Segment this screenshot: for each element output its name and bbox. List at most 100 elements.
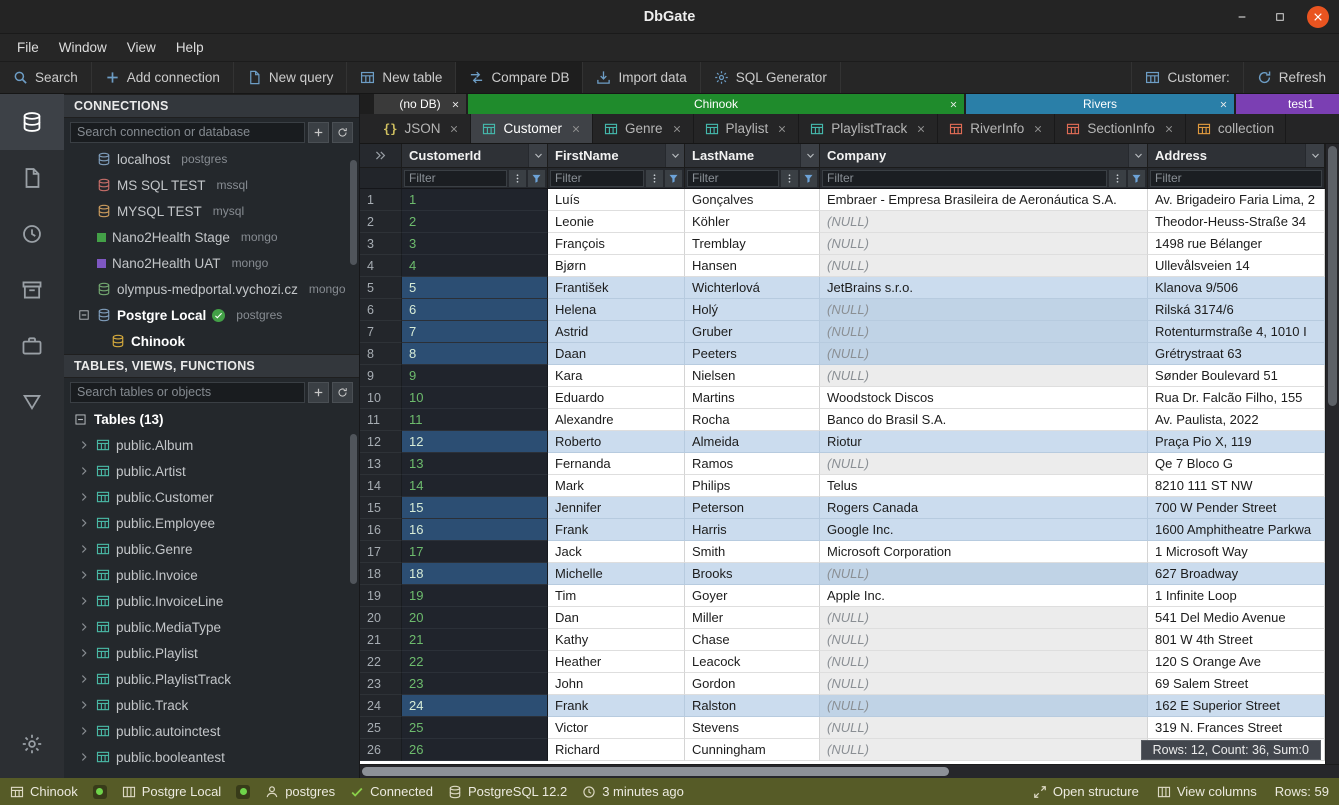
tab-json[interactable]: {}JSON xyxy=(372,114,471,143)
row-number[interactable]: 6 xyxy=(360,299,402,321)
cell-customerid[interactable]: 17 xyxy=(402,541,548,563)
row-number[interactable]: 19 xyxy=(360,585,402,607)
vertical-scrollbar-thumb[interactable] xyxy=(1328,146,1337,406)
cell-lastname[interactable]: Wichterlová xyxy=(685,277,820,299)
cell-company[interactable]: (NULL) xyxy=(820,233,1148,255)
row-number[interactable]: 3 xyxy=(360,233,402,255)
cell-lastname[interactable]: Cunningham xyxy=(685,739,820,761)
filter-input-address[interactable] xyxy=(1150,170,1322,187)
toolbar-sql-generator-button[interactable]: SQL Generator xyxy=(701,62,841,93)
column-header-address[interactable]: Address xyxy=(1148,144,1325,167)
row-number[interactable]: 23 xyxy=(360,673,402,695)
cell-company[interactable]: JetBrains s.r.o. xyxy=(820,277,1148,299)
table-item-public-track[interactable]: public.Track xyxy=(64,692,359,718)
cell-address[interactable]: Grétrystraat 63 xyxy=(1148,343,1325,365)
status-postgres[interactable]: postgres xyxy=(265,784,335,799)
cell-company[interactable]: Banco do Brasil S.A. xyxy=(820,409,1148,431)
cell-company[interactable]: (NULL) xyxy=(820,211,1148,233)
cell-firstname[interactable]: Bjørn xyxy=(548,255,685,277)
toolbar-add-connection-button[interactable]: Add connection xyxy=(92,62,234,93)
row-number[interactable]: 14 xyxy=(360,475,402,497)
tabgroup-rivers[interactable]: Rivers xyxy=(966,94,1234,114)
cell-company[interactable]: (NULL) xyxy=(820,365,1148,387)
cell-customerid[interactable]: 23 xyxy=(402,673,548,695)
menu-window[interactable]: Window xyxy=(50,37,116,58)
maximize-button[interactable] xyxy=(1269,6,1291,28)
cell-customerid[interactable]: 13 xyxy=(402,453,548,475)
status-chinook[interactable]: Chinook xyxy=(10,784,78,799)
row-number[interactable]: 2 xyxy=(360,211,402,233)
cell-customerid[interactable]: 25 xyxy=(402,717,548,739)
tab-playlisttrack[interactable]: PlaylistTrack xyxy=(799,114,938,143)
toolbar-import-data-button[interactable]: Import data xyxy=(583,62,700,93)
vertical-scrollbar[interactable] xyxy=(1325,144,1339,764)
cell-customerid[interactable]: 14 xyxy=(402,475,548,497)
cell-customerid[interactable]: 9 xyxy=(402,365,548,387)
cell-firstname[interactable]: Mark xyxy=(548,475,685,497)
table-item-public-playlist[interactable]: public.Playlist xyxy=(64,640,359,666)
cell-address[interactable]: Rua Dr. Falcão Filho, 155 xyxy=(1148,387,1325,409)
cell-address[interactable]: 1498 rue Bélanger xyxy=(1148,233,1325,255)
row-number[interactable]: 18 xyxy=(360,563,402,585)
grid-corner-button[interactable] xyxy=(360,144,402,167)
cell-firstname[interactable]: Dan xyxy=(548,607,685,629)
cell-company[interactable]: (NULL) xyxy=(820,717,1148,739)
cell-lastname[interactable]: Philips xyxy=(685,475,820,497)
row-number[interactable]: 25 xyxy=(360,717,402,739)
cell-address[interactable]: 8210 111 ST NW xyxy=(1148,475,1325,497)
cell-company[interactable]: Google Inc. xyxy=(820,519,1148,541)
cell-company[interactable]: Woodstock Discos xyxy=(820,387,1148,409)
expander[interactable] xyxy=(76,309,91,321)
row-number[interactable]: 21 xyxy=(360,629,402,651)
tab-sectioninfo[interactable]: SectionInfo xyxy=(1055,114,1186,143)
column-menu-button[interactable] xyxy=(1305,144,1324,167)
rail-settings-icon[interactable] xyxy=(0,716,64,772)
table-item-public-invoice[interactable]: public.Invoice xyxy=(64,562,359,588)
rail-archive-icon[interactable] xyxy=(0,262,64,318)
cell-address[interactable]: 1600 Amphitheatre Parkwa xyxy=(1148,519,1325,541)
toolbar-refresh-button[interactable]: Refresh xyxy=(1243,62,1339,93)
close-icon[interactable] xyxy=(1219,100,1228,109)
cell-customerid[interactable]: 18 xyxy=(402,563,548,585)
row-number[interactable]: 8 xyxy=(360,343,402,365)
sidebar-scrollbar[interactable] xyxy=(350,160,357,265)
cell-address[interactable]: Praça Pio X, 119 xyxy=(1148,431,1325,453)
cell-firstname[interactable]: Jennifer xyxy=(548,497,685,519)
cell-firstname[interactable]: Alexandre xyxy=(548,409,685,431)
cell-address[interactable]: Sønder Boulevard 51 xyxy=(1148,365,1325,387)
cell-address[interactable]: 1 Microsoft Way xyxy=(1148,541,1325,563)
horizontal-scrollbar[interactable] xyxy=(360,764,1339,778)
cell-customerid[interactable]: 2 xyxy=(402,211,548,233)
cell-lastname[interactable]: Smith xyxy=(685,541,820,563)
filter-menu-button[interactable] xyxy=(781,170,798,187)
filter-funnel-button[interactable] xyxy=(528,170,545,187)
refresh-tables-button[interactable] xyxy=(332,382,353,403)
tab-riverinfo[interactable]: RiverInfo xyxy=(938,114,1055,143)
row-number[interactable]: 17 xyxy=(360,541,402,563)
cell-lastname[interactable]: Köhler xyxy=(685,211,820,233)
column-menu-button[interactable] xyxy=(665,144,684,167)
tabgroup-test1[interactable]: test1 xyxy=(1236,94,1339,114)
table-item-public-album[interactable]: public.Album xyxy=(64,432,359,458)
toolbar-customer-button[interactable]: Customer: xyxy=(1131,62,1242,93)
cell-customerid[interactable]: 19 xyxy=(402,585,548,607)
table-search-input[interactable] xyxy=(70,382,305,403)
cell-lastname[interactable]: Hansen xyxy=(685,255,820,277)
filter-funnel-button[interactable] xyxy=(800,170,817,187)
cell-company[interactable]: (NULL) xyxy=(820,453,1148,475)
status-view-columns[interactable]: View columns xyxy=(1157,784,1257,799)
cell-company[interactable]: Microsoft Corporation xyxy=(820,541,1148,563)
cell-address[interactable]: Av. Brigadeiro Faria Lima, 2 xyxy=(1148,189,1325,211)
cell-address[interactable]: Ullevålsveien 14 xyxy=(1148,255,1325,277)
cell-firstname[interactable]: Helena xyxy=(548,299,685,321)
connection-search-input[interactable] xyxy=(70,122,305,143)
cell-firstname[interactable]: François xyxy=(548,233,685,255)
cell-customerid[interactable]: 20 xyxy=(402,607,548,629)
cell-firstname[interactable]: Luís xyxy=(548,189,685,211)
rail-cell-data-icon[interactable] xyxy=(0,374,64,430)
close-icon[interactable] xyxy=(916,124,926,134)
cell-customerid[interactable]: 5 xyxy=(402,277,548,299)
cell-lastname[interactable]: Chase xyxy=(685,629,820,651)
rail-plugins-icon[interactable] xyxy=(0,318,64,374)
cell-lastname[interactable]: Harris xyxy=(685,519,820,541)
